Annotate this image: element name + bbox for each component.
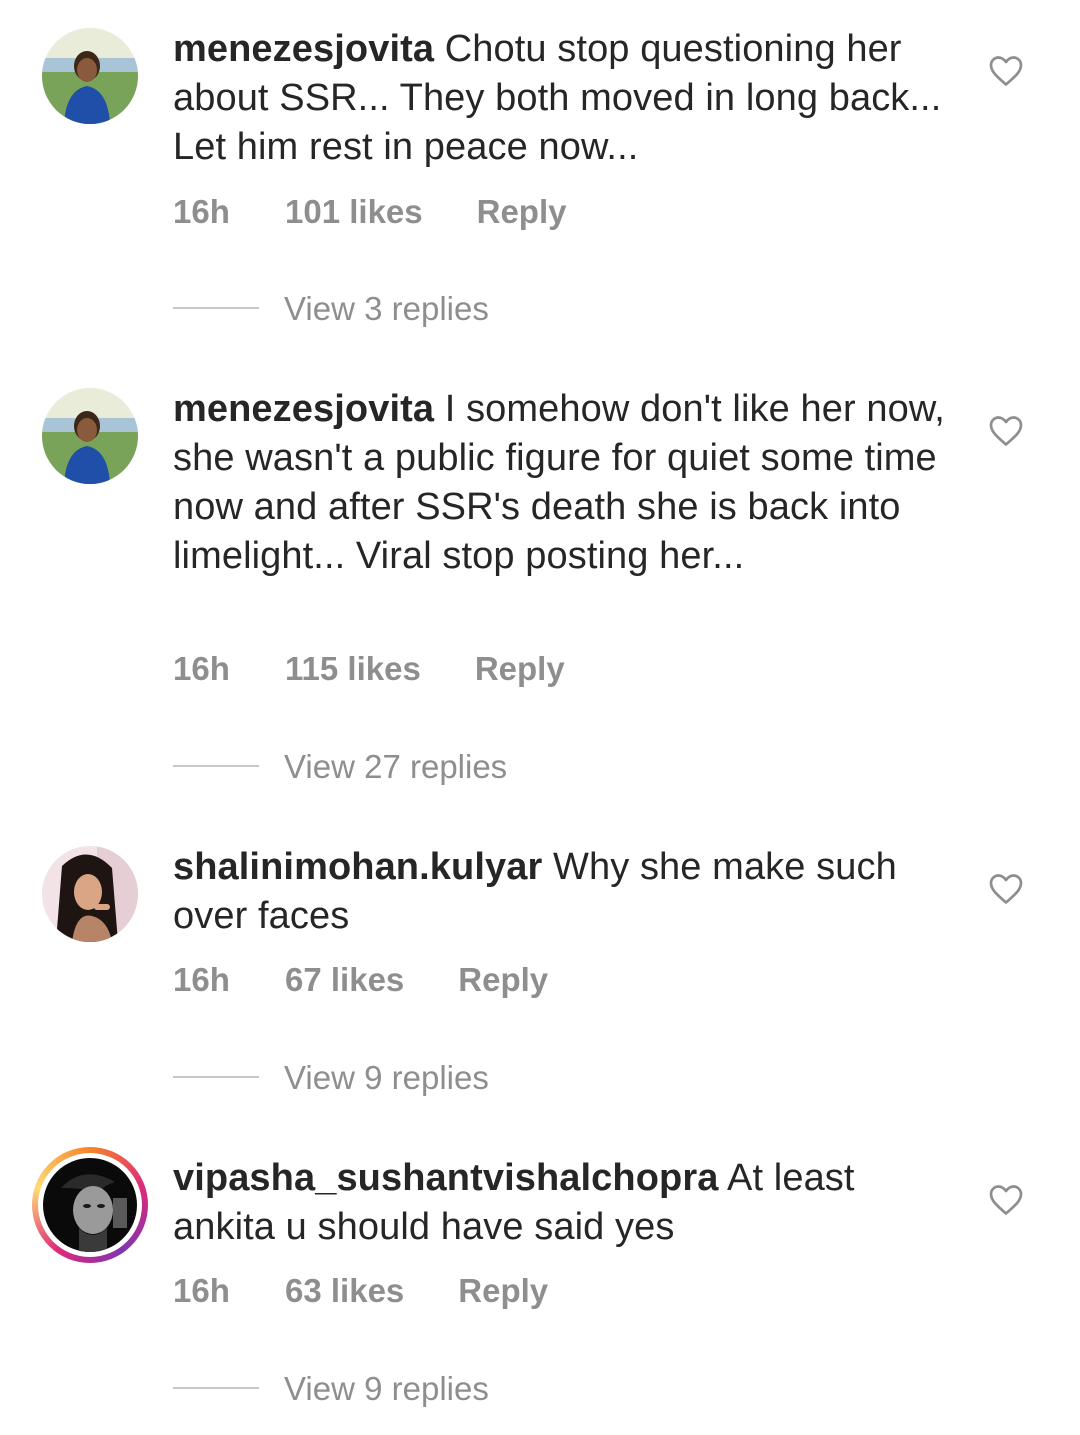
profile-photo (42, 28, 138, 124)
comment-text: shalinimohan.kulyar Why she make such ov… (173, 843, 963, 941)
reply-button[interactable]: Reply (458, 961, 548, 999)
avatar[interactable] (42, 28, 138, 124)
comment-meta: 16h 63 likes Reply (173, 1272, 548, 1310)
divider-line (173, 1387, 259, 1390)
comment-text: menezesjovita I somehow don't like her n… (173, 385, 963, 581)
comment-time: 16h (173, 650, 230, 687)
view-replies-label: View 27 replies (284, 748, 508, 785)
comment-likes[interactable]: 115 likes (285, 650, 421, 688)
divider-line (173, 307, 259, 310)
view-replies-button[interactable]: View 27 replies (173, 748, 507, 786)
avatar[interactable] (32, 1147, 148, 1263)
comment-time: 16h (173, 193, 230, 230)
view-replies-button[interactable]: View 9 replies (173, 1059, 489, 1097)
comment-username[interactable]: shalinimohan.kulyar (173, 846, 542, 888)
comment-likes[interactable]: 101 likes (285, 193, 423, 231)
profile-photo (43, 1158, 137, 1252)
profile-photo (42, 388, 138, 484)
comment-text: menezesjovita Chotu stop questioning her… (173, 25, 963, 172)
view-replies-button[interactable]: View 3 replies (173, 290, 489, 328)
reply-button[interactable]: Reply (477, 193, 567, 231)
comment-likes[interactable]: 63 likes (285, 1272, 404, 1310)
profile-photo (42, 846, 138, 942)
heart-outline-icon[interactable] (988, 413, 1024, 449)
comment-username[interactable]: menezesjovita (173, 28, 434, 70)
avatar[interactable] (42, 846, 138, 942)
avatar[interactable] (42, 388, 138, 484)
heart-outline-icon[interactable] (988, 53, 1024, 89)
comment-time: 16h (173, 961, 230, 998)
view-replies-label: View 3 replies (284, 290, 489, 327)
divider-line (173, 765, 259, 768)
comment-meta: 16h 115 likes Reply (173, 650, 565, 688)
reply-button[interactable]: Reply (475, 650, 565, 688)
view-replies-button[interactable]: View 9 replies (173, 1370, 489, 1408)
view-replies-label: View 9 replies (284, 1059, 489, 1096)
divider-line (173, 1076, 259, 1079)
heart-outline-icon[interactable] (988, 1182, 1024, 1218)
comment-text: vipasha_sushantvishalchopra At least ank… (173, 1154, 963, 1252)
view-replies-label: View 9 replies (284, 1370, 489, 1407)
comment-username[interactable]: menezesjovita (173, 388, 434, 430)
comment-time: 16h (173, 1272, 230, 1309)
comment-likes[interactable]: 67 likes (285, 961, 404, 999)
comment-meta: 16h 101 likes Reply (173, 193, 567, 231)
comment-meta: 16h 67 likes Reply (173, 961, 548, 999)
comment-username[interactable]: vipasha_sushantvishalchopra (173, 1157, 718, 1199)
heart-outline-icon[interactable] (988, 871, 1024, 907)
reply-button[interactable]: Reply (458, 1272, 548, 1310)
